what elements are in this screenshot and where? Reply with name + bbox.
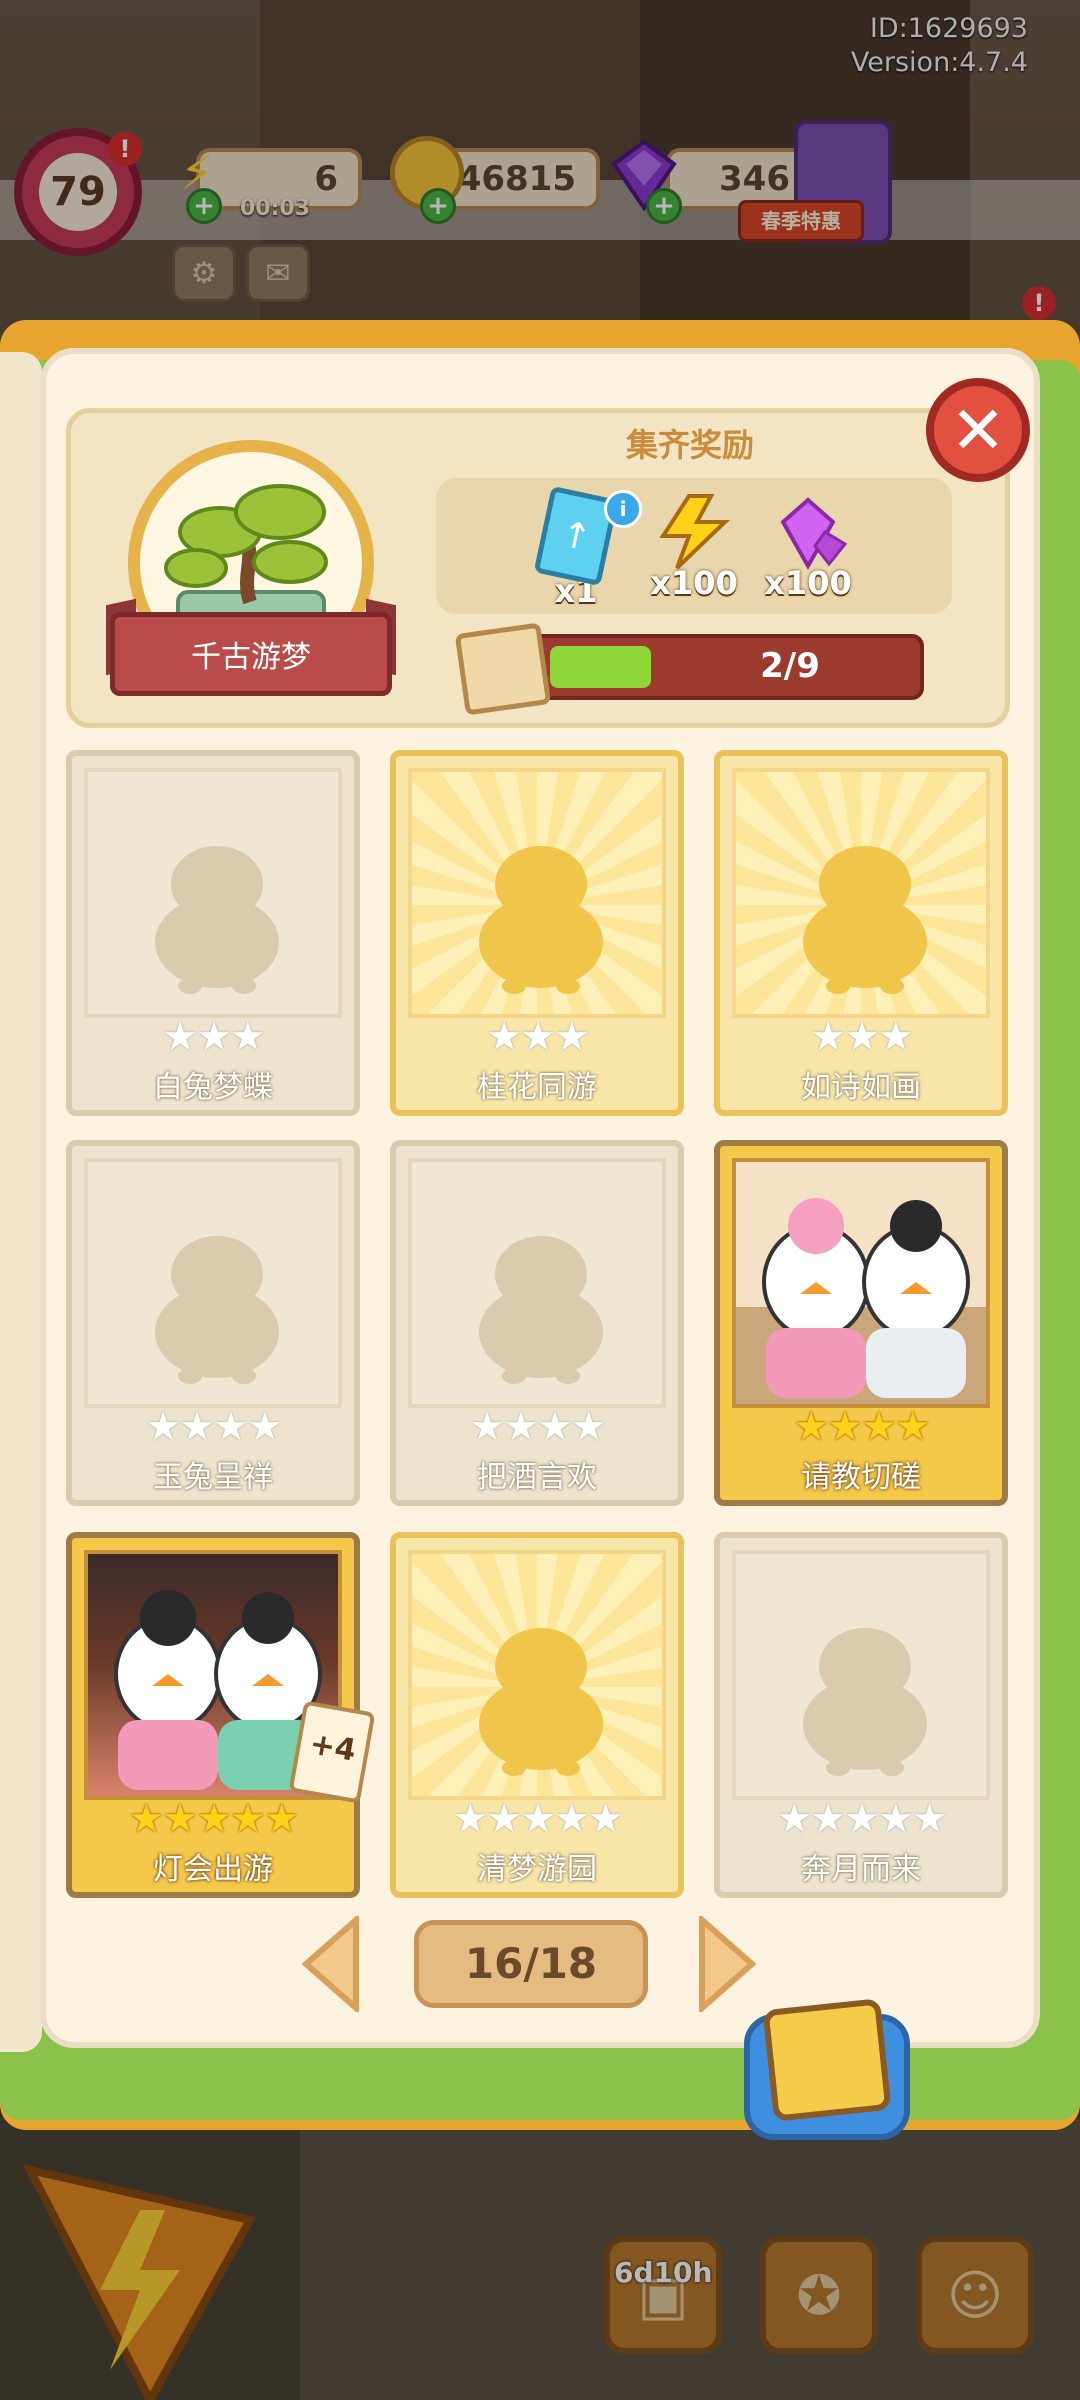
reward-item-gems[interactable]: x100	[748, 492, 868, 610]
reward-count: x100	[764, 564, 852, 602]
card-name: 请教切磋	[801, 1460, 921, 1495]
card-star-rating: ★★★	[486, 1014, 590, 1060]
card-star-rating: ★★★★	[469, 1404, 606, 1450]
card-star-rating: ★★★★★	[776, 1796, 947, 1842]
reward-title: 集齐奖励	[625, 426, 754, 464]
close-button[interactable]: ✕	[926, 378, 1030, 482]
locked-card-silhouette	[479, 846, 603, 994]
duck-characters-illustration	[762, 1198, 970, 1398]
card-star-rating: ★★★★	[145, 1404, 282, 1450]
card-star-rating: ★★★	[162, 1014, 266, 1060]
card-name: 白兔梦蝶	[153, 1070, 273, 1105]
collection-card[interactable]: ★★★★★ 灯会出游 +4	[66, 1532, 376, 1898]
reward-item-energy[interactable]: x100	[634, 492, 754, 610]
album-previous-page-edge	[0, 352, 42, 2052]
card-silhouette-frame	[408, 768, 666, 1018]
collection-card[interactable]: ★★★★★ 奔月而来	[714, 1532, 1008, 1898]
album-name: 千古游梦	[191, 640, 311, 675]
card-star-rating: ★★★★★	[452, 1796, 623, 1842]
card-star-rating: ★★★	[810, 1014, 914, 1060]
card-silhouette-frame	[732, 768, 990, 1018]
page-indicator: 16/18	[414, 1920, 648, 2008]
progress-fill	[550, 646, 651, 688]
card-stack-icon	[454, 622, 552, 716]
locked-card-silhouette	[803, 846, 927, 994]
card-name: 如诗如画	[801, 1070, 921, 1105]
card-name: 把酒言欢	[477, 1460, 597, 1495]
locked-card-silhouette	[803, 1628, 927, 1776]
card-star-rating: ★★★★	[793, 1404, 930, 1450]
purple-gem-icon	[780, 497, 848, 571]
collection-card[interactable]: ★★★ 如诗如画	[714, 750, 1008, 1116]
previous-page-button[interactable]	[300, 1916, 362, 2012]
collection-card[interactable]: ★★★★ 请教切磋	[714, 1140, 1008, 1506]
locked-card-silhouette	[479, 1628, 603, 1776]
locked-card-silhouette	[155, 1236, 279, 1384]
energy-bolt-icon	[659, 494, 730, 570]
card-star-rating: ★★★★★	[128, 1796, 299, 1842]
card-silhouette-frame	[732, 1550, 990, 1800]
collection-card[interactable]: ★★★★★ 清梦游园	[390, 1532, 684, 1898]
card-silhouette-frame	[84, 768, 342, 1018]
card-silhouette-frame	[84, 1158, 342, 1408]
card-silhouette-frame	[408, 1158, 666, 1408]
card-pack-icon	[762, 1998, 892, 2122]
locked-card-silhouette	[479, 1236, 603, 1384]
collection-card[interactable]: ★★★ 白兔梦蝶	[66, 750, 360, 1116]
card-silhouette-frame	[408, 1550, 666, 1800]
reward-count: x100	[650, 564, 738, 602]
album-name-ribbon: 千古游梦	[110, 612, 392, 696]
card-illustration	[732, 1158, 990, 1408]
next-page-button[interactable]	[696, 1916, 758, 2012]
card-name: 奔月而来	[801, 1852, 921, 1887]
card-name: 灯会出游	[153, 1852, 273, 1887]
collection-card[interactable]: ★★★★ 玉兔呈祥	[66, 1140, 360, 1506]
collection-card[interactable]: ★★★ 桂花同游	[390, 750, 684, 1116]
close-icon: ✕	[950, 391, 1006, 469]
card-name: 桂花同游	[477, 1070, 597, 1105]
card-name: 玉兔呈祥	[153, 1460, 273, 1495]
progress-text: 2/9	[760, 646, 820, 686]
locked-card-silhouette	[155, 846, 279, 994]
collection-card[interactable]: ★★★★ 把酒言欢	[390, 1140, 684, 1506]
card-name: 清梦游园	[477, 1852, 597, 1887]
